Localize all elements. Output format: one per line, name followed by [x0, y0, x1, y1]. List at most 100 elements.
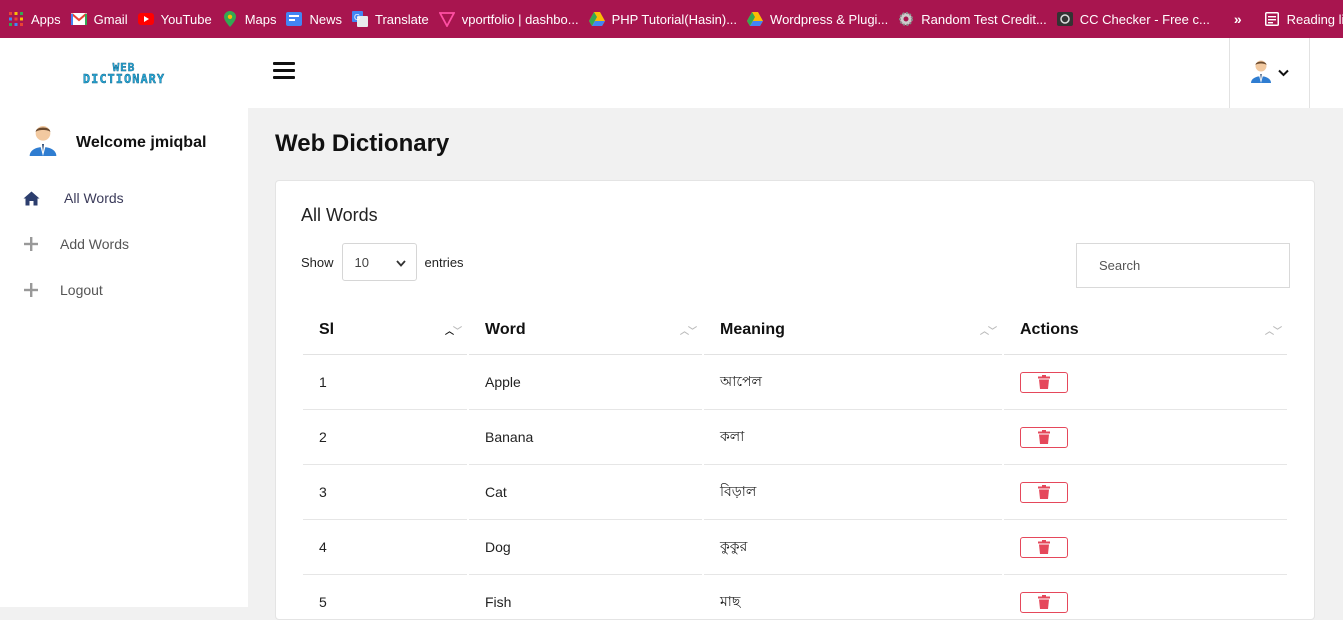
delete-button[interactable] [1020, 426, 1068, 448]
bookmark-apps[interactable]: Apps [6, 0, 69, 38]
bookmark-translate[interactable]: G Translate [350, 0, 437, 38]
bookmarks-bar: Apps Gmail YouTube Maps News G Translate [0, 0, 1343, 38]
words-table: Sl ︿﹀ Word ︿﹀ Meaning ︿﹀ Actions ︿﹀ 1 Ap… [301, 305, 1289, 619]
bookmark-wordpress[interactable]: Wordpress & Plugi... [745, 0, 896, 38]
entries-value: 10 [354, 254, 369, 270]
bookmark-php-tutorial[interactable]: PHP Tutorial(Hasin)... [587, 0, 745, 38]
cell-sl: 1 [303, 355, 467, 410]
column-header-actions[interactable]: Actions ︿﹀ [1004, 305, 1287, 355]
trash-icon [1038, 430, 1050, 444]
entries-length-control: Show 10 entries [301, 243, 464, 281]
column-header-word[interactable]: Word ︿﹀ [469, 305, 702, 355]
plus-icon [22, 235, 40, 253]
words-card: All Words Show 10 entries Search Sl ︿﹀ W… [275, 180, 1315, 620]
trash-icon [1038, 485, 1050, 499]
bookmark-maps[interactable]: Maps [220, 0, 285, 38]
cell-actions [1004, 465, 1287, 520]
delete-button[interactable] [1020, 481, 1068, 503]
bookmark-label: PHP Tutorial(Hasin)... [611, 11, 738, 27]
column-header-meaning[interactable]: Meaning ︿﹀ [704, 305, 1002, 355]
web-dictionary-logo: WEB DICTIONARY [83, 61, 165, 86]
apps-grid-icon [8, 11, 24, 27]
chevron-down-icon [1278, 64, 1289, 82]
cell-actions [1004, 410, 1287, 465]
trash-icon [1038, 540, 1050, 554]
reading-list-button[interactable]: Reading list [1262, 0, 1343, 38]
trash-icon [1038, 375, 1050, 389]
delete-button[interactable] [1020, 591, 1068, 613]
sort-icon: ︿﹀ [979, 326, 997, 336]
sidebar-item-add-words[interactable]: Add Words [22, 235, 129, 253]
welcome-block: Welcome jmiqbal [26, 124, 206, 161]
reading-list-label: Reading list [1286, 11, 1343, 27]
table-row: 3 Cat বিড়াল [303, 465, 1287, 520]
page-title: Web Dictionary [275, 130, 450, 157]
table-row: 1 Apple আপেল [303, 355, 1287, 410]
card-title: All Words [301, 205, 378, 225]
cell-word: Cat [469, 465, 702, 520]
vportfolio-icon [438, 11, 455, 27]
bookmark-cc-checker[interactable]: CC Checker - Free c... [1055, 0, 1218, 38]
column-header-label: Word [485, 320, 526, 338]
sidebar-item-label: All Words [64, 190, 124, 206]
bookmark-news[interactable]: News [284, 0, 350, 38]
sort-icon: ︿﹀ [679, 326, 697, 336]
delete-button[interactable] [1020, 536, 1068, 558]
avatar [26, 124, 60, 161]
table-row: 4 Dog কুকুর [303, 520, 1287, 575]
logo[interactable]: WEB DICTIONARY [0, 38, 248, 108]
bookmark-label: YouTube [160, 11, 212, 27]
gmail-icon [70, 11, 87, 27]
user-menu-button[interactable] [1229, 38, 1310, 108]
search-placeholder: Search [1099, 258, 1141, 273]
gear-icon [898, 11, 914, 27]
entries-select[interactable]: 10 [341, 243, 417, 281]
bookmark-label: CC Checker - Free c... [1079, 11, 1210, 27]
sort-icon: ︿﹀ [444, 326, 462, 336]
bookmark-gmail[interactable]: Gmail [69, 0, 136, 38]
drive-icon [747, 11, 764, 27]
reading-list-icon [1264, 11, 1280, 27]
cell-meaning: কুকুর [704, 520, 1002, 575]
sidebar-item-label: Logout [60, 282, 103, 298]
bookmark-youtube[interactable]: YouTube [136, 0, 220, 38]
sort-icon: ︿﹀ [1264, 326, 1282, 336]
sidebar-item-logout[interactable]: Logout [22, 281, 103, 299]
sidebar-item-all-words[interactable]: All Words [22, 189, 124, 207]
show-label: Show [301, 254, 334, 270]
table-row: 2 Banana কলা [303, 410, 1287, 465]
cell-sl: 4 [303, 520, 467, 575]
bookmark-label: Apps [31, 11, 61, 27]
hamburger-menu-icon[interactable] [273, 62, 295, 82]
bookmark-vportfolio[interactable]: vportfolio | dashbo... [437, 0, 587, 38]
news-icon [286, 11, 303, 27]
drive-icon [588, 11, 605, 27]
cell-word: Apple [469, 355, 702, 410]
column-header-sl[interactable]: Sl ︿﹀ [303, 305, 467, 355]
sidebar: Welcome jmiqbal All Words Add Words Logo… [0, 108, 248, 607]
cell-sl: 3 [303, 465, 467, 520]
cell-sl: 5 [303, 575, 467, 619]
search-input[interactable]: Search [1076, 243, 1290, 288]
cell-meaning: বিড়াল [704, 465, 1002, 520]
delete-button[interactable] [1020, 371, 1068, 393]
svg-text:G: G [354, 13, 360, 22]
bookmark-random-test-credit[interactable]: Random Test Credit... [896, 0, 1054, 38]
bookmark-label: Wordpress & Plugi... [770, 11, 889, 27]
chevron-down-icon [395, 255, 406, 270]
column-header-label: Sl [319, 320, 335, 338]
bookmark-label: Gmail [93, 11, 128, 27]
bookmark-label: Translate [375, 11, 429, 27]
cell-word: Banana [469, 410, 702, 465]
card-icon [1056, 11, 1073, 27]
bookmark-label: vportfolio | dashbo... [461, 11, 579, 27]
more-bookmarks-button[interactable]: » [1224, 11, 1252, 27]
entries-label: entries [424, 254, 464, 270]
cell-actions [1004, 575, 1287, 619]
plus-icon [22, 281, 40, 299]
cell-meaning: আপেল [704, 355, 1002, 410]
cell-meaning: কলা [704, 410, 1002, 465]
cell-actions [1004, 355, 1287, 410]
bookmark-label: News [309, 11, 342, 27]
cell-word: Dog [469, 520, 702, 575]
